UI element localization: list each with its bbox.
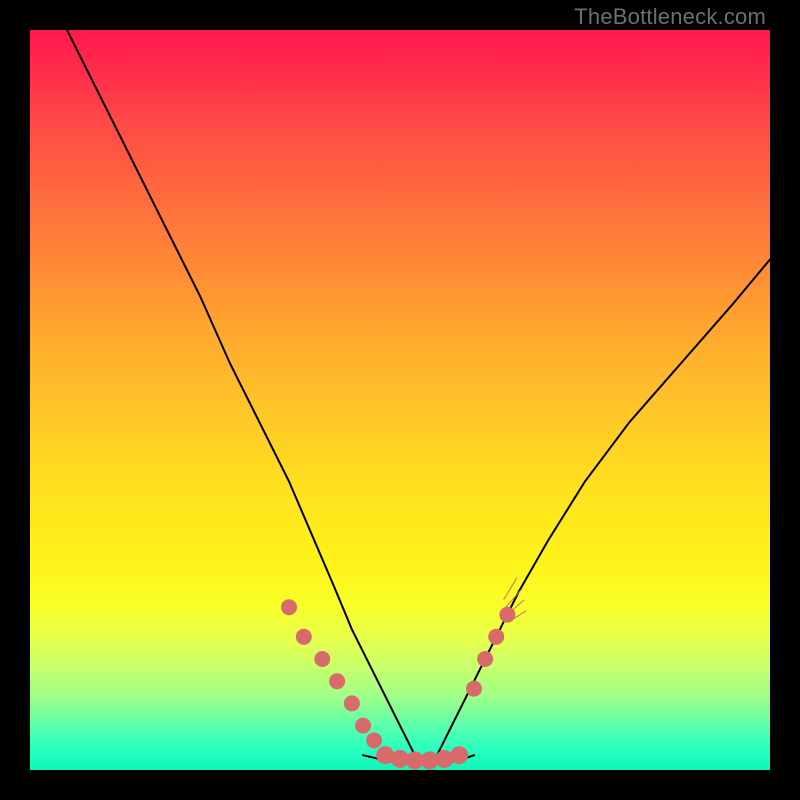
marker-left-side-dots [366,732,382,748]
marker-left-side-dots [344,695,360,711]
marker-left-side-dots [314,651,330,667]
chart-svg [30,30,770,770]
plot-area [30,30,770,770]
marker-right-side-dots [466,681,482,697]
marker-left-side-dots [281,599,297,615]
marker-bottom-dots [450,746,468,764]
marker-right-side-dots [477,651,493,667]
marker-left-side-dots [296,629,312,645]
watermark-text: TheBottleneck.com [574,4,766,30]
marker-right-side-dots [488,629,504,645]
series-left-curve [67,30,415,755]
marker-left-side-dots [355,718,371,734]
marker-left-side-dots [329,673,345,689]
chart-frame: TheBottleneck.com [0,0,800,800]
series-right-curve [437,259,770,755]
